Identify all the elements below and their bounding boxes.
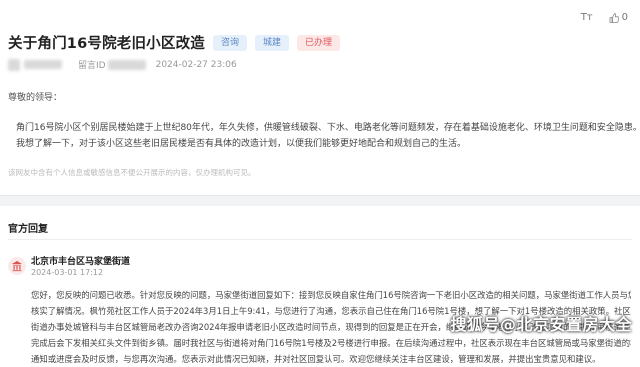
- post-id-value: [107, 59, 146, 70]
- like-button[interactable]: 0: [609, 12, 628, 23]
- post-id-label: 留言ID: [78, 61, 106, 71]
- reply-line: 完成后会下发相关红头文件到街乡镇。届时我社区与街道将对角门16号院1号楼及2号楼…: [31, 338, 631, 348]
- tag-urban[interactable]: 城建: [255, 34, 290, 51]
- post-datetime: 2024-02-27 23:06: [155, 59, 237, 70]
- post-body-paragraph: 我想了解一下，对于该小区这些老旧居民楼是否有具体的改造计划，以便我们能够更好地配…: [16, 139, 467, 149]
- post-card: 关于角门16号院老旧小区改造 咨询 城建 已办理 Tт 0 留言ID 2024-…: [0, 0, 640, 196]
- reply-line: 您好，您反映的问题已收悉。针对您反映的问题，马家堡街道回复如下：接到您反映自家住…: [31, 290, 631, 300]
- reply-line: 通知或进度会及时反馈，与您再次沟通。您表示对此情况已知晓，并对社区回复认可。欢迎…: [31, 354, 601, 364]
- tag-status: 已办理: [297, 34, 341, 51]
- privacy-disclaimer: 该网友中含有个人信息或敏感信息不便公开展示的内容，仅办理机构可见。: [8, 168, 256, 177]
- tag-consult[interactable]: 咨询: [212, 34, 247, 51]
- title-row: 关于角门16号院老旧小区改造 咨询 城建 已办理: [8, 32, 341, 53]
- official-reply-card: 官方回复 北京市丰台区马家堡街道 2024-03-01 17:12 您好，您反映…: [0, 206, 640, 367]
- reply-section-title: 官方回复: [8, 224, 48, 235]
- like-count: 0: [621, 12, 628, 23]
- post-meta: 留言ID 2024-02-27 23:06: [8, 58, 237, 71]
- source-watermark: 搜狐号@北京安置房大全: [450, 315, 632, 334]
- font-size-button[interactable]: Tт: [581, 12, 593, 23]
- divider: [8, 239, 632, 240]
- thumbs-up-icon: [609, 12, 619, 23]
- post-body-paragraph: 角门16号院小区个别居民楼始建于上世纪80年代，年久失修，供暖管线破裂、下水、电…: [16, 123, 640, 133]
- author-name: [24, 60, 62, 69]
- reply-date: 2024-03-01 17:12: [31, 268, 104, 277]
- reply-org-name: 北京市丰台区马家堡街道: [31, 257, 131, 267]
- post-toolbar: Tт 0: [581, 12, 628, 23]
- author-avatar: [8, 58, 20, 71]
- font-size-icon: Tт: [580, 12, 593, 23]
- post-title: 关于角门16号院老旧小区改造: [8, 36, 205, 52]
- government-building-icon: [8, 257, 26, 275]
- post-greeting: 尊敬的领导：: [8, 93, 63, 103]
